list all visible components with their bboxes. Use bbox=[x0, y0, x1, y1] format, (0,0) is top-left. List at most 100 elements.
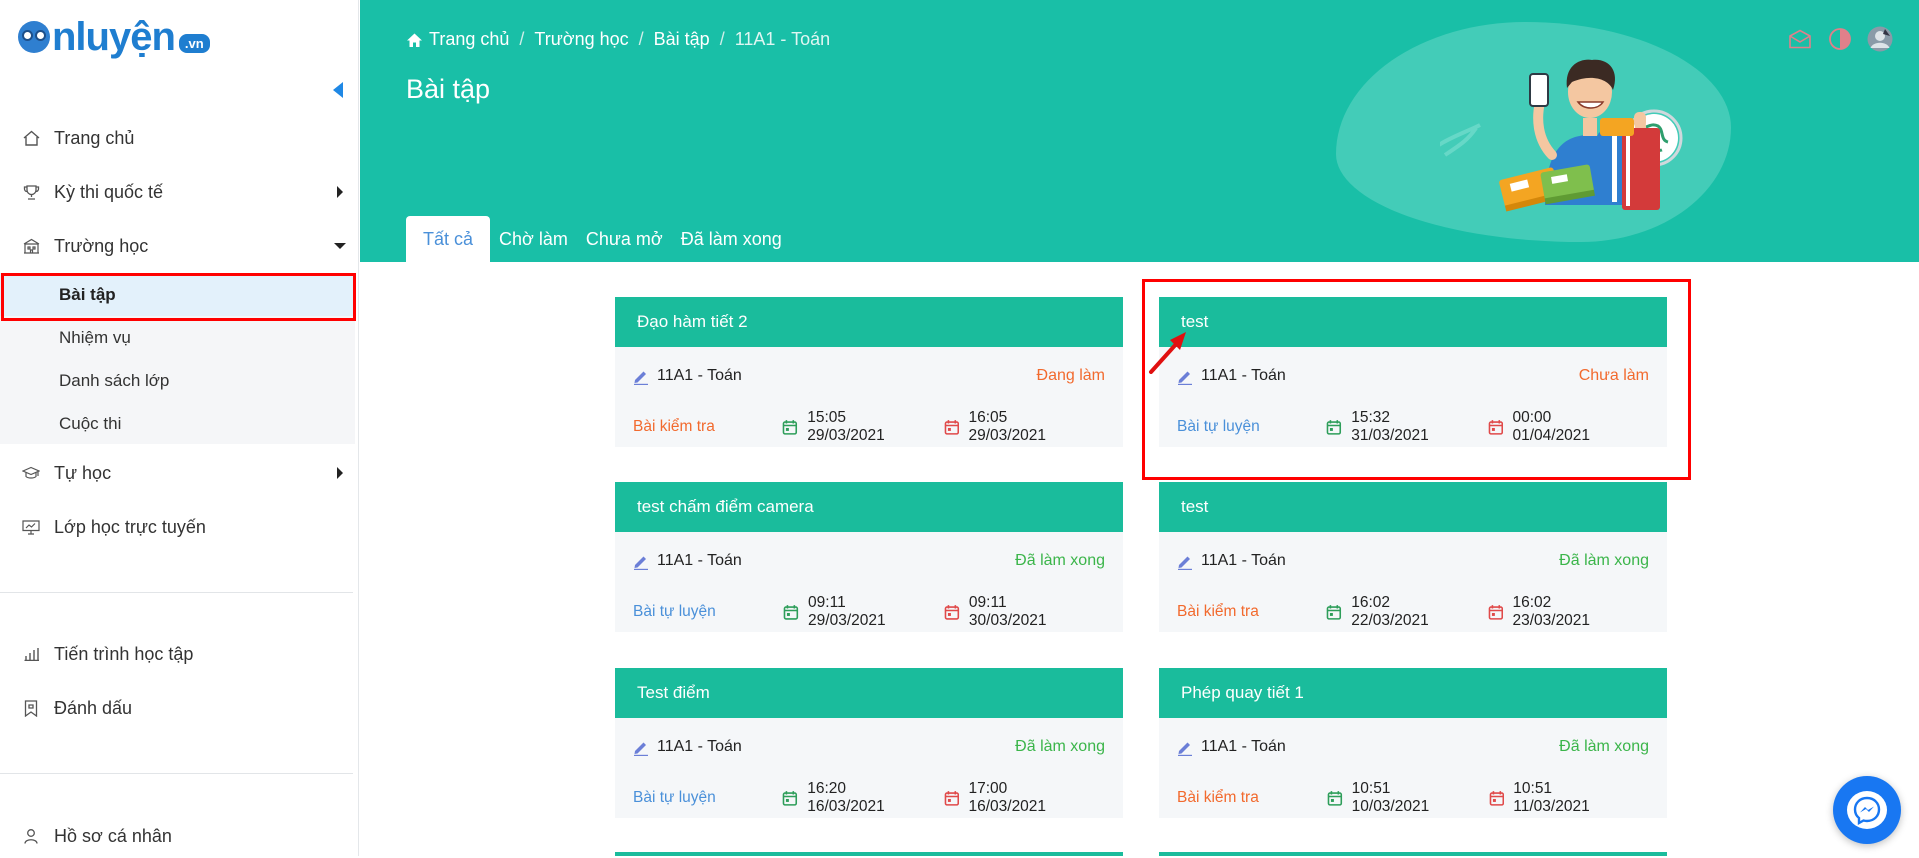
assignment-title[interactable]: Đạo hàm tiết 2 bbox=[615, 297, 1123, 347]
end-date: 16:02 23/03/2021 bbox=[1488, 594, 1631, 630]
sidebar-collapse-button[interactable] bbox=[333, 82, 343, 98]
messenger-chat-button[interactable] bbox=[1833, 776, 1901, 844]
tab-pending[interactable]: Chờ làm bbox=[490, 216, 577, 262]
assignment-type: Bài tự luyện bbox=[633, 603, 716, 620]
messenger-icon bbox=[1847, 791, 1887, 829]
end-date: 16:05 29/03/2021 bbox=[944, 409, 1087, 445]
status-badge: Đã làm xong bbox=[1559, 552, 1649, 569]
breadcrumb-home[interactable]: Trang chủ bbox=[429, 29, 509, 50]
status-badge: Đã làm xong bbox=[1015, 738, 1105, 755]
sidebar-item-progress[interactable]: Tiến trình học tập bbox=[0, 632, 359, 676]
start-date-text: 09:11 29/03/2021 bbox=[808, 594, 886, 629]
sidebar-subitem-label: Cuộc thi bbox=[59, 413, 122, 433]
assignment-type: Bài tự luyện bbox=[633, 789, 716, 806]
sidebar-item-label: Trường học bbox=[54, 235, 149, 256]
assignment-card[interactable]: Test điểm 11A1 - Toán Đã làm xong Bài tự lu… bbox=[615, 668, 1123, 818]
assignment-card-partial bbox=[1159, 852, 1667, 856]
assignment-card-partial bbox=[615, 852, 1123, 856]
chevron-down-icon bbox=[334, 243, 346, 249]
home-icon bbox=[22, 129, 40, 147]
calendar-start-icon bbox=[783, 791, 798, 806]
assignment-date-row: Bài kiểm tra 15:05 29/03/2021 16:05 29/03/… bbox=[633, 409, 1105, 445]
calendar-end-icon bbox=[944, 791, 959, 806]
assignment-meta-row: 11A1 - Toán Đã làm xong bbox=[633, 552, 1105, 570]
sidebar-subitem-tasks[interactable]: Nhiệm vụ bbox=[0, 316, 355, 359]
calendar-start-icon bbox=[783, 420, 798, 435]
sidebar-item-label: Đánh dấu bbox=[54, 697, 133, 718]
tab-all[interactable]: Tất cả bbox=[406, 216, 491, 262]
sidebar-subitem-class-list[interactable]: Danh sách lớp bbox=[0, 359, 355, 402]
assignment-card[interactable]: Phép quay tiết 1 11A1 - Toán Đã làm xong Bà… bbox=[1159, 668, 1667, 818]
calendar-start-icon bbox=[1327, 791, 1342, 806]
student-illustration bbox=[1440, 59, 1683, 212]
assignment-title[interactable]: test bbox=[1159, 482, 1667, 532]
breadcrumb: Trang chủ / Trường học / Bài tập / 11A1 … bbox=[406, 29, 830, 50]
bar-chart-icon bbox=[22, 645, 40, 663]
graduation-cap-icon bbox=[22, 464, 40, 482]
start-date: 16:20 16/03/2021 bbox=[782, 780, 925, 816]
end-date: 17:00 16/03/2021 bbox=[944, 780, 1087, 816]
status-badge: Đang làm bbox=[1036, 367, 1105, 384]
calendar-end-icon bbox=[1488, 605, 1503, 620]
sidebar-item-bookmarks[interactable]: Đánh dấu bbox=[0, 686, 359, 730]
sidebar-item-school[interactable]: Trường học bbox=[0, 224, 359, 268]
page-header: Trang chủ / Trường học / Bài tập / 11A1 … bbox=[360, 0, 1919, 262]
monitor-icon bbox=[22, 518, 40, 536]
assignment-card[interactable]: test chấm điểm camera 11A1 - Toán Đã làm x… bbox=[615, 482, 1123, 632]
sidebar-item-self-study[interactable]: Tự học bbox=[0, 451, 359, 495]
assignment-class: 11A1 - Toán bbox=[1201, 738, 1286, 755]
end-date: 10:51 11/03/2021 bbox=[1489, 780, 1632, 816]
pencil-icon bbox=[1177, 553, 1193, 570]
assignment-title[interactable]: test chấm điểm camera bbox=[615, 482, 1123, 532]
assignment-title[interactable]: Phép quay tiết 1 bbox=[1159, 668, 1667, 718]
mail-icon[interactable] bbox=[1787, 26, 1813, 52]
calendar-end-icon bbox=[944, 605, 960, 620]
red-pointer-arrow-icon bbox=[1149, 332, 1186, 374]
avatar[interactable] bbox=[1867, 26, 1893, 52]
breadcrumb-assignments[interactable]: Bài tập bbox=[654, 29, 710, 50]
sidebar-item-label: Hồ sơ cá nhân bbox=[54, 825, 172, 846]
school-icon bbox=[22, 237, 40, 255]
page-title: Bài tập bbox=[406, 74, 491, 104]
tab-completed[interactable]: Đã làm xong bbox=[672, 216, 791, 262]
status-badge: Đã làm xong bbox=[1559, 738, 1649, 755]
start-date-text: 10:51 10/03/2021 bbox=[1351, 780, 1430, 815]
calendar-end-icon bbox=[944, 420, 959, 435]
sidebar-item-home[interactable]: Trang chủ bbox=[0, 116, 359, 160]
breadcrumb-school[interactable]: Trường học bbox=[534, 29, 628, 50]
sidebar-item-international-exam[interactable]: Kỳ thi quốc tế bbox=[0, 170, 359, 214]
sidebar-item-online-class[interactable]: Lớp học trực tuyến bbox=[0, 505, 359, 549]
header-actions bbox=[1787, 26, 1893, 52]
assignment-date-row: Bài tự luyện 16:20 16/03/2021 17:00 16/03/… bbox=[633, 780, 1105, 816]
onluyen-logo[interactable]: nluyện .vn bbox=[18, 14, 210, 60]
end-date-text: 10:51 11/03/2021 bbox=[1513, 780, 1590, 815]
assignment-card[interactable]: Đạo hàm tiết 2 11A1 - Toán Đang làm Bài kiể… bbox=[615, 297, 1123, 447]
assignment-type: Bài kiểm tra bbox=[1177, 789, 1259, 806]
logo-text: nluyện bbox=[52, 15, 176, 59]
assignment-date-row: Bài kiểm tra 10:51 10/03/2021 10:51 11/03/… bbox=[1177, 780, 1649, 816]
sidebar-item-profile[interactable]: Hồ sơ cá nhân bbox=[0, 814, 359, 858]
breadcrumb-separator: / bbox=[519, 29, 525, 49]
logo-domain: .vn bbox=[178, 33, 210, 53]
start-date: 16:02 22/03/2021 bbox=[1326, 594, 1469, 630]
breadcrumb-current: 11A1 - Toán bbox=[734, 29, 831, 49]
assignment-class: 11A1 - Toán bbox=[657, 738, 742, 755]
sidebar-subitem-contests[interactable]: Cuộc thi bbox=[0, 402, 355, 445]
breadcrumb-separator: / bbox=[638, 29, 644, 49]
bookmark-icon bbox=[22, 699, 40, 717]
assignment-title[interactable]: Test điểm bbox=[615, 668, 1123, 718]
assignment-meta-row: 11A1 - Toán Đã làm xong bbox=[633, 738, 1105, 756]
assignment-class: 11A1 - Toán bbox=[657, 552, 742, 569]
start-date: 09:11 29/03/2021 bbox=[783, 594, 926, 630]
tab-not-opened[interactable]: Chưa mở bbox=[577, 216, 672, 262]
end-date: 09:11 30/03/2021 bbox=[944, 594, 1087, 630]
assignment-card[interactable]: test 11A1 - Toán Đã làm xong Bài kiểm tra 16… bbox=[1159, 482, 1667, 632]
pencil-icon bbox=[633, 368, 649, 385]
start-date-text: 16:02 22/03/2021 bbox=[1351, 594, 1429, 629]
start-date: 15:05 29/03/2021 bbox=[782, 409, 925, 445]
assignment-meta-row: 11A1 - Toán Đang làm bbox=[633, 367, 1105, 385]
contrast-toggle-icon[interactable] bbox=[1827, 26, 1853, 52]
breadcrumb-separator: / bbox=[719, 29, 725, 49]
pencil-icon bbox=[633, 739, 649, 756]
sidebar-divider bbox=[0, 592, 353, 593]
